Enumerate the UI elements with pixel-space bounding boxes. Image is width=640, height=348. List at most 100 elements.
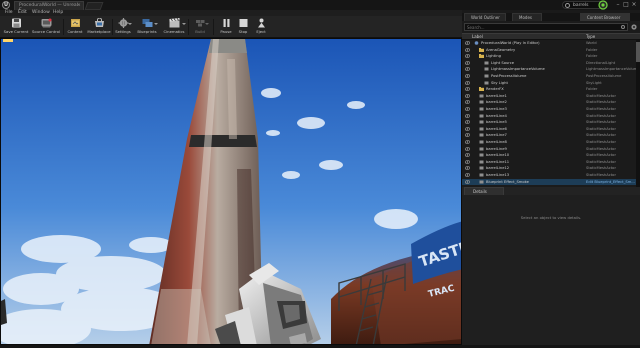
outliner-row[interactable]: barrelLine9 StaticMeshActor [462, 146, 636, 152]
visibility-eye-icon[interactable] [465, 133, 470, 138]
outliner-row[interactable]: barrelLine10 StaticMeshActor [462, 152, 636, 158]
settings-button[interactable]: Settings [114, 17, 132, 37]
outliner-row[interactable]: LightmassImportanceVolume LightmassImport… [462, 66, 640, 72]
visibility-eye-icon[interactable] [465, 140, 470, 144]
visibility-eye-icon[interactable] [465, 61, 470, 65]
visibility-eye-icon[interactable] [465, 113, 470, 118]
tab-details[interactable]: Details [464, 187, 504, 195]
visibility-eye-icon[interactable] [465, 160, 470, 164]
actor-label: ArenaGeometry [486, 47, 516, 52]
search-icon [621, 25, 625, 29]
actor-type: StaticMeshActor [586, 100, 616, 105]
close-tab-icon[interactable]: × [77, 3, 81, 8]
visibility-eye-icon[interactable] [465, 153, 470, 157]
actor-type[interactable]: Edit Blueprint_Effect_Sm... [586, 179, 635, 185]
tab-world-outliner[interactable]: World Outliner [464, 13, 506, 21]
actor-label: barrelLine12 [486, 166, 510, 171]
viewport-options-tab[interactable] [3, 39, 13, 42]
visibility-eye-icon[interactable] [465, 41, 470, 45]
source-control-status-icon[interactable] [598, 0, 608, 10]
visibility-eye-icon[interactable] [465, 94, 470, 98]
outliner-row[interactable]: barrelLine11 StaticMeshActor [462, 159, 636, 165]
actor-icon [479, 120, 484, 124]
blueprints-icon [142, 19, 152, 27]
outliner-column-header: Label Type [462, 33, 640, 40]
actor-icon [479, 114, 484, 118]
actor-type: StaticMeshActor [586, 146, 616, 151]
actor-type: StaticMeshActor [586, 107, 616, 111]
visibility-eye-icon[interactable] [465, 47, 470, 52]
outliner-row[interactable]: barrelLine1 StaticMeshActor [462, 93, 636, 99]
outliner-row[interactable]: barrelLine4 StaticMeshActor [462, 113, 636, 119]
chevron-down-icon[interactable] [154, 23, 158, 25]
chevron-down-icon[interactable] [128, 23, 132, 25]
close-button[interactable]: × [627, 0, 640, 9]
outliner-row[interactable]: barrelLine3 StaticMeshActor [462, 106, 636, 112]
build-button[interactable]: Build [191, 17, 209, 37]
actor-label: Blueprint Effect_Smoke [486, 179, 529, 184]
visibility-eye-icon[interactable] [465, 87, 470, 91]
stop-button[interactable]: Stop [236, 17, 250, 37]
visibility-eye-icon[interactable] [465, 173, 470, 177]
level-viewport[interactable]: TASTE TRAC [0, 38, 462, 345]
outliner-scrollbar[interactable] [636, 40, 640, 189]
actor-icon [479, 180, 484, 184]
source-control-icon [41, 18, 51, 28]
eject-button[interactable]: Eject [253, 17, 269, 37]
outliner-row[interactable]: PostProcessVolume PostProcessVolume [462, 73, 636, 79]
outliner-settings-icon[interactable] [630, 23, 638, 31]
source-control-button[interactable]: Source Control [31, 17, 61, 37]
new-tab-button[interactable] [84, 2, 104, 10]
outliner-search-input[interactable] [467, 24, 617, 30]
visibility-eye-icon[interactable] [465, 54, 470, 58]
document-tab[interactable]: ProceduralWorld — Unreal E... × [14, 1, 84, 13]
outliner-row[interactable]: barrelLine5 StaticMeshActor [462, 119, 636, 125]
scrollbar-thumb[interactable] [636, 42, 640, 62]
visibility-eye-icon[interactable] [465, 120, 470, 124]
chevron-down-icon[interactable] [182, 23, 186, 25]
outliner-row[interactable]: Light Source DirectionalLight [462, 60, 636, 66]
right-panels: World Outliner Modes Content Browser Lab… [462, 10, 640, 348]
actor-icon [479, 160, 484, 164]
actor-icon [479, 147, 484, 151]
visibility-eye-icon[interactable] [465, 166, 470, 171]
actor-type: World [586, 41, 597, 45]
blueprints-button[interactable]: Blueprints [136, 17, 158, 37]
outliner-row[interactable]: ProceduralWorld (Play In Editor) World [462, 40, 636, 46]
tab-content-browser[interactable]: Content Browser [580, 13, 630, 21]
outliner-row[interactable]: barrelLine8 StaticMeshActor [462, 139, 636, 145]
actor-label: RenderFX [486, 87, 504, 92]
details-panel: Details Select an object to view details… [462, 187, 640, 348]
actor-label: PostProcessVolume [491, 74, 527, 78]
actor-type: StaticMeshActor [586, 113, 616, 118]
content-button[interactable]: Content [66, 17, 84, 37]
outliner-row[interactable]: barrelLine13 StaticMeshActor [462, 172, 636, 178]
tab-modes[interactable]: Modes [512, 13, 542, 21]
pause-button[interactable]: Pause [218, 17, 234, 37]
actor-icon [484, 74, 489, 78]
outliner-row[interactable]: Blueprint Effect_Smoke Edit Blueprint_Eff… [462, 178, 636, 185]
visibility-eye-icon[interactable] [465, 80, 470, 85]
visibility-eye-icon[interactable] [465, 107, 470, 111]
outliner-row[interactable]: barrelLine7 StaticMeshActor [462, 132, 636, 138]
visibility-eye-icon[interactable] [465, 127, 470, 131]
outliner-row[interactable]: RenderFX Folder [462, 86, 636, 92]
outliner-row[interactable]: Lighting Folder [462, 53, 636, 59]
outliner-row[interactable]: barrelLine2 StaticMeshActor [462, 99, 636, 105]
visibility-eye-icon[interactable] [465, 67, 470, 72]
outliner-row[interactable]: barrelLine12 StaticMeshActor [462, 165, 636, 171]
visibility-eye-icon[interactable] [465, 179, 470, 184]
marketplace-button[interactable]: Marketplace [86, 17, 112, 37]
save-current-button[interactable]: Save Current [3, 17, 29, 37]
cinematics-button[interactable]: Cinematics [162, 17, 186, 37]
outliner-row[interactable]: barrelLine6 StaticMeshActor [462, 126, 636, 132]
toolbar-separator [188, 19, 189, 35]
outliner-row[interactable]: Sky Light SkyLight [462, 80, 636, 86]
visibility-eye-icon[interactable] [465, 74, 470, 78]
outliner-search[interactable] [464, 23, 628, 31]
outliner-row[interactable]: ArenaGeometry Folder [462, 47, 636, 53]
chevron-down-icon[interactable] [205, 23, 209, 25]
visibility-eye-icon[interactable] [465, 146, 470, 151]
unreal-logo-icon[interactable]: U [2, 1, 10, 9]
visibility-eye-icon[interactable] [465, 100, 470, 105]
